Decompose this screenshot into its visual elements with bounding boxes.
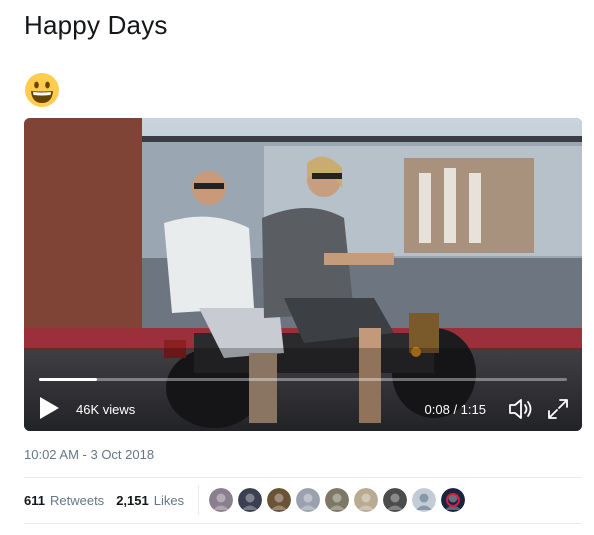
likes-count: 2,151 bbox=[116, 492, 149, 508]
liker-avatar[interactable] bbox=[325, 488, 350, 512]
play-icon[interactable] bbox=[38, 396, 60, 420]
liker-avatar[interactable] bbox=[209, 488, 234, 512]
liker-avatar[interactable] bbox=[354, 488, 379, 512]
video-progress-fill bbox=[39, 378, 98, 381]
divider bbox=[24, 523, 582, 524]
liker-avatar[interactable] bbox=[296, 488, 321, 512]
video-progress-bar[interactable] bbox=[39, 378, 567, 381]
grinning-face-emoji-icon bbox=[25, 73, 59, 107]
fullscreen-icon[interactable] bbox=[546, 397, 570, 421]
video-player[interactable]: 46K views 0:08 / 1:15 bbox=[24, 118, 582, 431]
likes-label: Likes bbox=[153, 492, 185, 508]
likes-stat[interactable]: 2,151 Likes bbox=[116, 493, 184, 508]
liker-avatar[interactable] bbox=[412, 488, 437, 512]
liker-avatar[interactable] bbox=[383, 488, 408, 512]
liker-avatars bbox=[209, 488, 470, 512]
video-time: 0:08 / 1:15 bbox=[424, 402, 486, 417]
view-count: 46K views bbox=[76, 402, 136, 417]
retweets-stat[interactable]: 611 Retweets bbox=[24, 493, 104, 508]
liker-avatar[interactable] bbox=[267, 488, 292, 512]
liker-avatar[interactable] bbox=[238, 488, 263, 512]
tweet-text: Happy Days bbox=[24, 10, 168, 40]
video-frame bbox=[24, 118, 582, 431]
tweet-stats: 611 Retweets 2,151 Likes bbox=[24, 478, 470, 522]
retweets-label: Retweets bbox=[49, 492, 105, 508]
liker-avatar[interactable] bbox=[441, 488, 466, 512]
retweets-count: 611 bbox=[24, 492, 45, 508]
volume-icon[interactable] bbox=[508, 397, 534, 421]
tweet-timestamp[interactable]: 10:02 AM - 3 Oct 2018 bbox=[24, 447, 154, 462]
stats-separator bbox=[198, 485, 200, 515]
